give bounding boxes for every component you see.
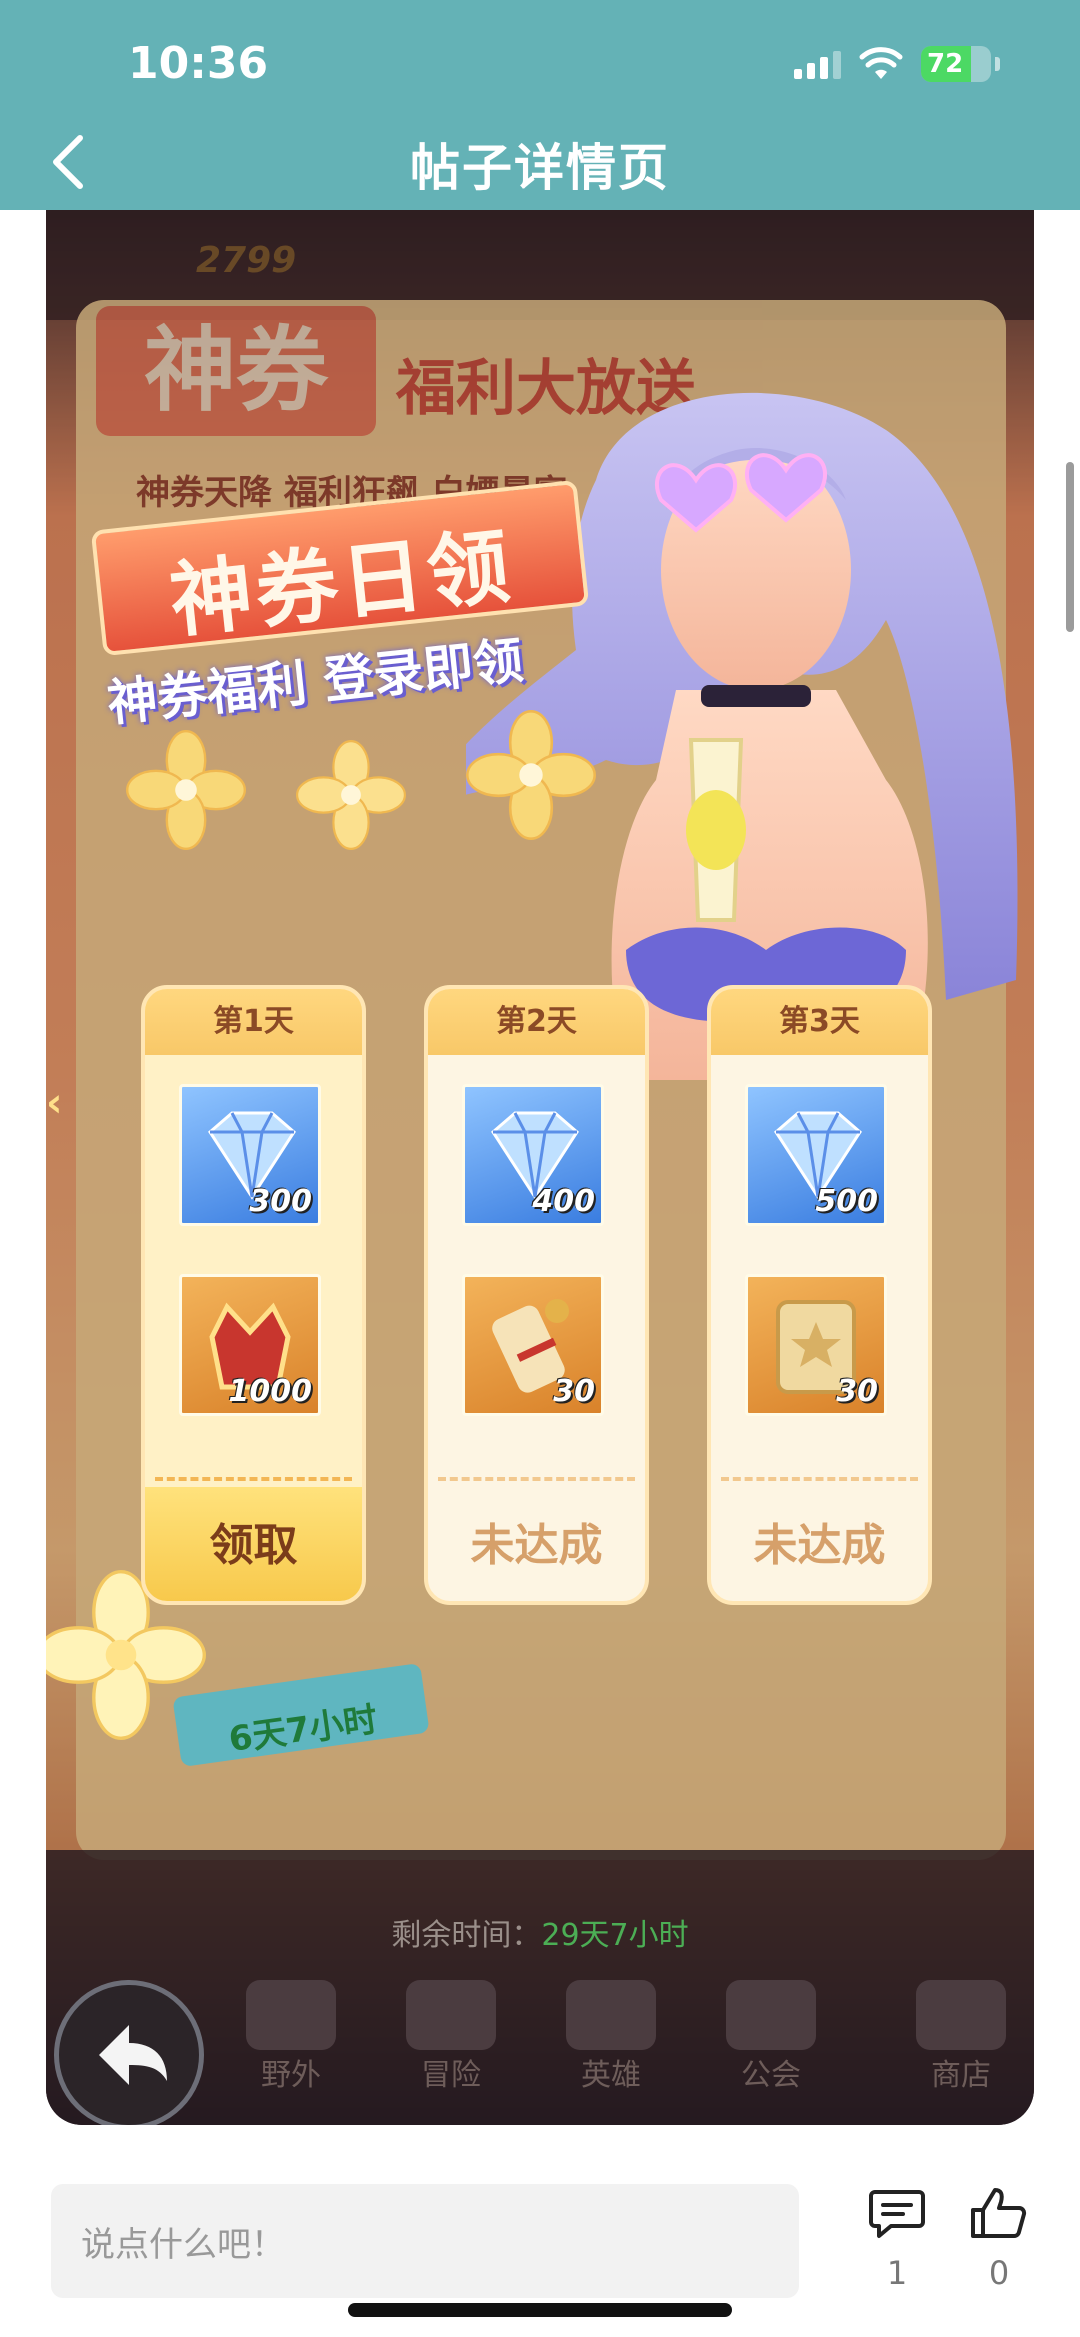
- locked-button[interactable]: 未达成: [428, 1487, 645, 1601]
- claim-button[interactable]: 领取: [145, 1487, 362, 1601]
- remaining-label: 剩余时间：: [391, 1918, 542, 1953]
- battery-icon: 72: [921, 46, 991, 82]
- thumbs-up-icon: [971, 2188, 1027, 2238]
- diamond-item: 300: [179, 1084, 321, 1226]
- item-quantity: 1000: [228, 1374, 313, 1409]
- nav-guild[interactable]: 公会: [716, 1980, 826, 2094]
- card-divider: [721, 1477, 918, 1481]
- item-quantity: 30: [553, 1374, 595, 1409]
- item-quantity: 400: [532, 1184, 595, 1219]
- comment-input[interactable]: 说点什么吧！: [51, 2184, 799, 2298]
- comment-count: 1: [886, 2254, 908, 2292]
- like-action[interactable]: 0: [954, 2186, 1044, 2292]
- adventure-icon: [406, 1980, 496, 2050]
- chevron-left-icon[interactable]: ‹: [46, 1080, 62, 1126]
- field-icon: [246, 1980, 336, 2050]
- flower-icon: [296, 740, 406, 850]
- remaining-time: 剩余时间：29天7小时: [46, 1910, 1034, 1954]
- status-time: 10:36: [128, 38, 269, 89]
- cellular-signal-icon: [794, 49, 841, 79]
- item-quantity: 300: [249, 1184, 312, 1219]
- card-day-label: 第3天: [711, 989, 928, 1055]
- reward-card-day-2: 第2天 400 30 未达成: [424, 985, 649, 1605]
- nav-adventure[interactable]: 冒险: [396, 1980, 506, 2094]
- scroll-item: 30: [462, 1274, 604, 1416]
- app-header: 10:36 72 帖子详情页: [0, 0, 1080, 210]
- page-title: 帖子详情页: [410, 139, 670, 197]
- locked-button[interactable]: 未达成: [711, 1487, 928, 1601]
- nav-heroes[interactable]: 英雄: [556, 1980, 666, 2094]
- reward-card-day-1: 第1天 300 1000 领取: [141, 985, 366, 1605]
- diamond-item: 400: [462, 1084, 604, 1226]
- wifi-icon: [859, 47, 903, 79]
- card-day-label: 第1天: [145, 989, 362, 1055]
- home-indicator: [348, 2303, 732, 2317]
- like-count: 0: [988, 2254, 1010, 2292]
- battery-level: 72: [927, 49, 964, 79]
- diamond-item: 500: [745, 1084, 887, 1226]
- return-button[interactable]: [54, 1980, 204, 2125]
- status-icons: 72: [794, 42, 1000, 86]
- post-image[interactable]: 2799 神券 福利大放送 神券天降 福利狂飙 白嫖暴富 神券日领 神券福利 登…: [46, 210, 1034, 2125]
- nav-wild[interactable]: 野外: [236, 1980, 346, 2094]
- guild-icon: [726, 1980, 816, 2050]
- item-quantity: 500: [815, 1184, 878, 1219]
- nav-shop[interactable]: 商店: [906, 1980, 1016, 2094]
- card-divider: [155, 1477, 352, 1481]
- card-divider: [438, 1477, 635, 1481]
- card-day-label: 第2天: [428, 989, 645, 1055]
- hero-icon: [566, 1980, 656, 2050]
- shop-icon: [916, 1980, 1006, 2050]
- comment-icon: [869, 2190, 925, 2238]
- reward-card-day-3: 第3天 500 30 未达成: [707, 985, 932, 1605]
- comment-action[interactable]: 1: [852, 2186, 942, 2292]
- item-quantity: 30: [836, 1374, 878, 1409]
- flower-icon: [126, 730, 246, 850]
- scrollbar[interactable]: [1066, 462, 1074, 632]
- remaining-value: 29天7小时: [541, 1918, 689, 1953]
- game-nav: 野外 冒险 英雄 公会 商店: [146, 1980, 1026, 2093]
- star-card-item: 30: [745, 1274, 887, 1416]
- flower-icon: [466, 710, 596, 840]
- crown-item: 1000: [179, 1274, 321, 1416]
- return-arrow-icon: [99, 2025, 167, 2085]
- reward-cards: 第1天 300 1000 领取 第2天 400 30 未达成 第3天 500 3…: [141, 985, 941, 1625]
